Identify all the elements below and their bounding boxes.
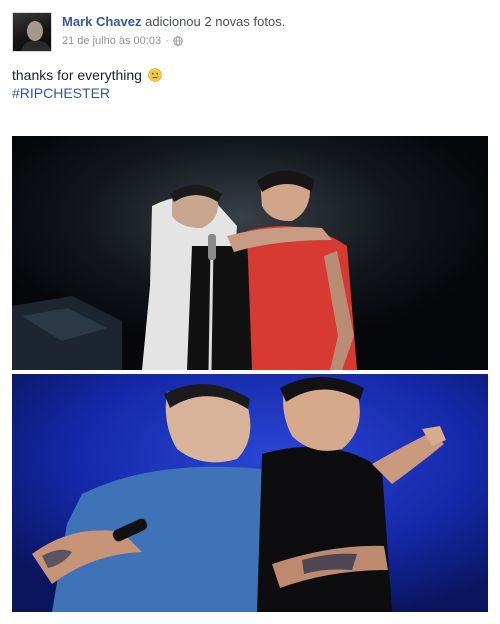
author-avatar[interactable]	[12, 12, 52, 52]
crying-face-emoji-icon	[148, 68, 162, 82]
globe-icon[interactable]	[173, 36, 183, 46]
avatar-shoulder	[21, 41, 51, 51]
post-action-text: adicionou 2 novas fotos.	[145, 14, 286, 29]
avatar-face	[27, 21, 43, 41]
post-header: Mark Chavez adicionou 2 novas fotos.	[62, 14, 285, 30]
meta-separator: ·	[165, 35, 169, 47]
post-photo-2[interactable]	[12, 374, 488, 612]
post-photo-1[interactable]	[12, 136, 488, 370]
author-name-link[interactable]: Mark Chavez	[62, 14, 141, 29]
photo-1-image	[12, 136, 488, 370]
post-meta: 21 de julho às 00:03 ·	[62, 34, 183, 48]
hashtag-link[interactable]: #RIPCHESTER	[12, 84, 162, 102]
post-message-text: thanks for everything	[12, 67, 142, 83]
photo-2-image	[12, 374, 488, 612]
post-message: thanks for everything #RIPCHESTER	[12, 66, 162, 102]
post-timestamp-link[interactable]: 21 de julho às 00:03	[62, 34, 161, 48]
